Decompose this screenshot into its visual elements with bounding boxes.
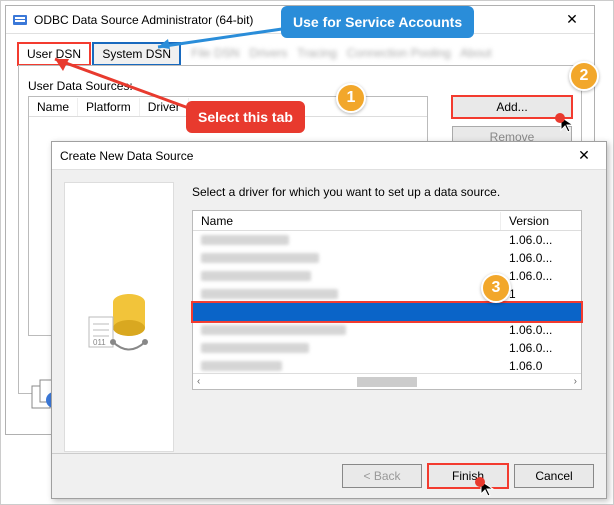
tab-other-blurred: File DSN Drivers Tracing Connection Pool… bbox=[183, 43, 499, 63]
close-button[interactable]: ✕ bbox=[550, 6, 594, 34]
tab-user-dsn[interactable]: User DSN bbox=[18, 43, 90, 65]
horizontal-scrollbar[interactable]: ‹› bbox=[193, 373, 581, 389]
badge-3: 3 bbox=[481, 273, 511, 303]
create-data-source-window: Create New Data Source ✕ 011 Select a dr… bbox=[51, 141, 607, 499]
driver-row[interactable]: 1.06.0... bbox=[193, 231, 581, 249]
col-driver-version[interactable]: Version bbox=[501, 212, 581, 230]
tab-strip: User DSN System DSN File DSN Drivers Tra… bbox=[18, 42, 582, 66]
wizard-close-button[interactable]: ✕ bbox=[562, 142, 606, 170]
driver-row-selected[interactable] bbox=[193, 303, 581, 321]
driver-row[interactable]: 1.06.0... bbox=[193, 249, 581, 267]
click-dot bbox=[555, 113, 565, 123]
driver-list-header: Name Version bbox=[193, 211, 581, 231]
callout-select-tab: Select this tab bbox=[186, 101, 305, 133]
wizard-instruction: Select a driver for which you want to se… bbox=[192, 185, 500, 199]
click-dot bbox=[475, 477, 485, 487]
driver-row[interactable]: 1.06.0... bbox=[193, 267, 581, 285]
driver-row[interactable]: 1.06.0... bbox=[193, 321, 581, 339]
add-button[interactable]: Add... bbox=[452, 96, 572, 118]
wizard-titlebar: Create New Data Source ✕ bbox=[52, 142, 606, 170]
wizard-button-row: < Back Finish Cancel bbox=[342, 464, 594, 488]
col-name[interactable]: Name bbox=[29, 98, 78, 116]
wizard-graphic: 011 bbox=[64, 182, 174, 452]
odbc-icon bbox=[12, 12, 28, 28]
back-button[interactable]: < Back bbox=[342, 464, 422, 488]
col-driver-name[interactable]: Name bbox=[193, 212, 501, 230]
callout-service-accounts: Use for Service Accounts bbox=[281, 6, 474, 38]
cancel-button[interactable]: Cancel bbox=[514, 464, 594, 488]
col-platform[interactable]: Platform bbox=[78, 98, 140, 116]
driver-row[interactable]: 1.06.0... bbox=[193, 339, 581, 357]
svg-text:011: 011 bbox=[93, 338, 106, 347]
wizard-title: Create New Data Source bbox=[52, 149, 562, 163]
col-driver[interactable]: Driver bbox=[140, 98, 189, 116]
driver-row[interactable]: 1 bbox=[193, 285, 581, 303]
user-data-sources-label: User Data Sources: bbox=[28, 79, 133, 93]
tab-system-dsn[interactable]: System DSN bbox=[93, 43, 180, 65]
driver-list[interactable]: Name Version 1.06.0...1.06.0...1.06.0...… bbox=[192, 210, 582, 390]
badge-1: 1 bbox=[336, 83, 366, 113]
badge-2: 2 bbox=[569, 61, 599, 91]
